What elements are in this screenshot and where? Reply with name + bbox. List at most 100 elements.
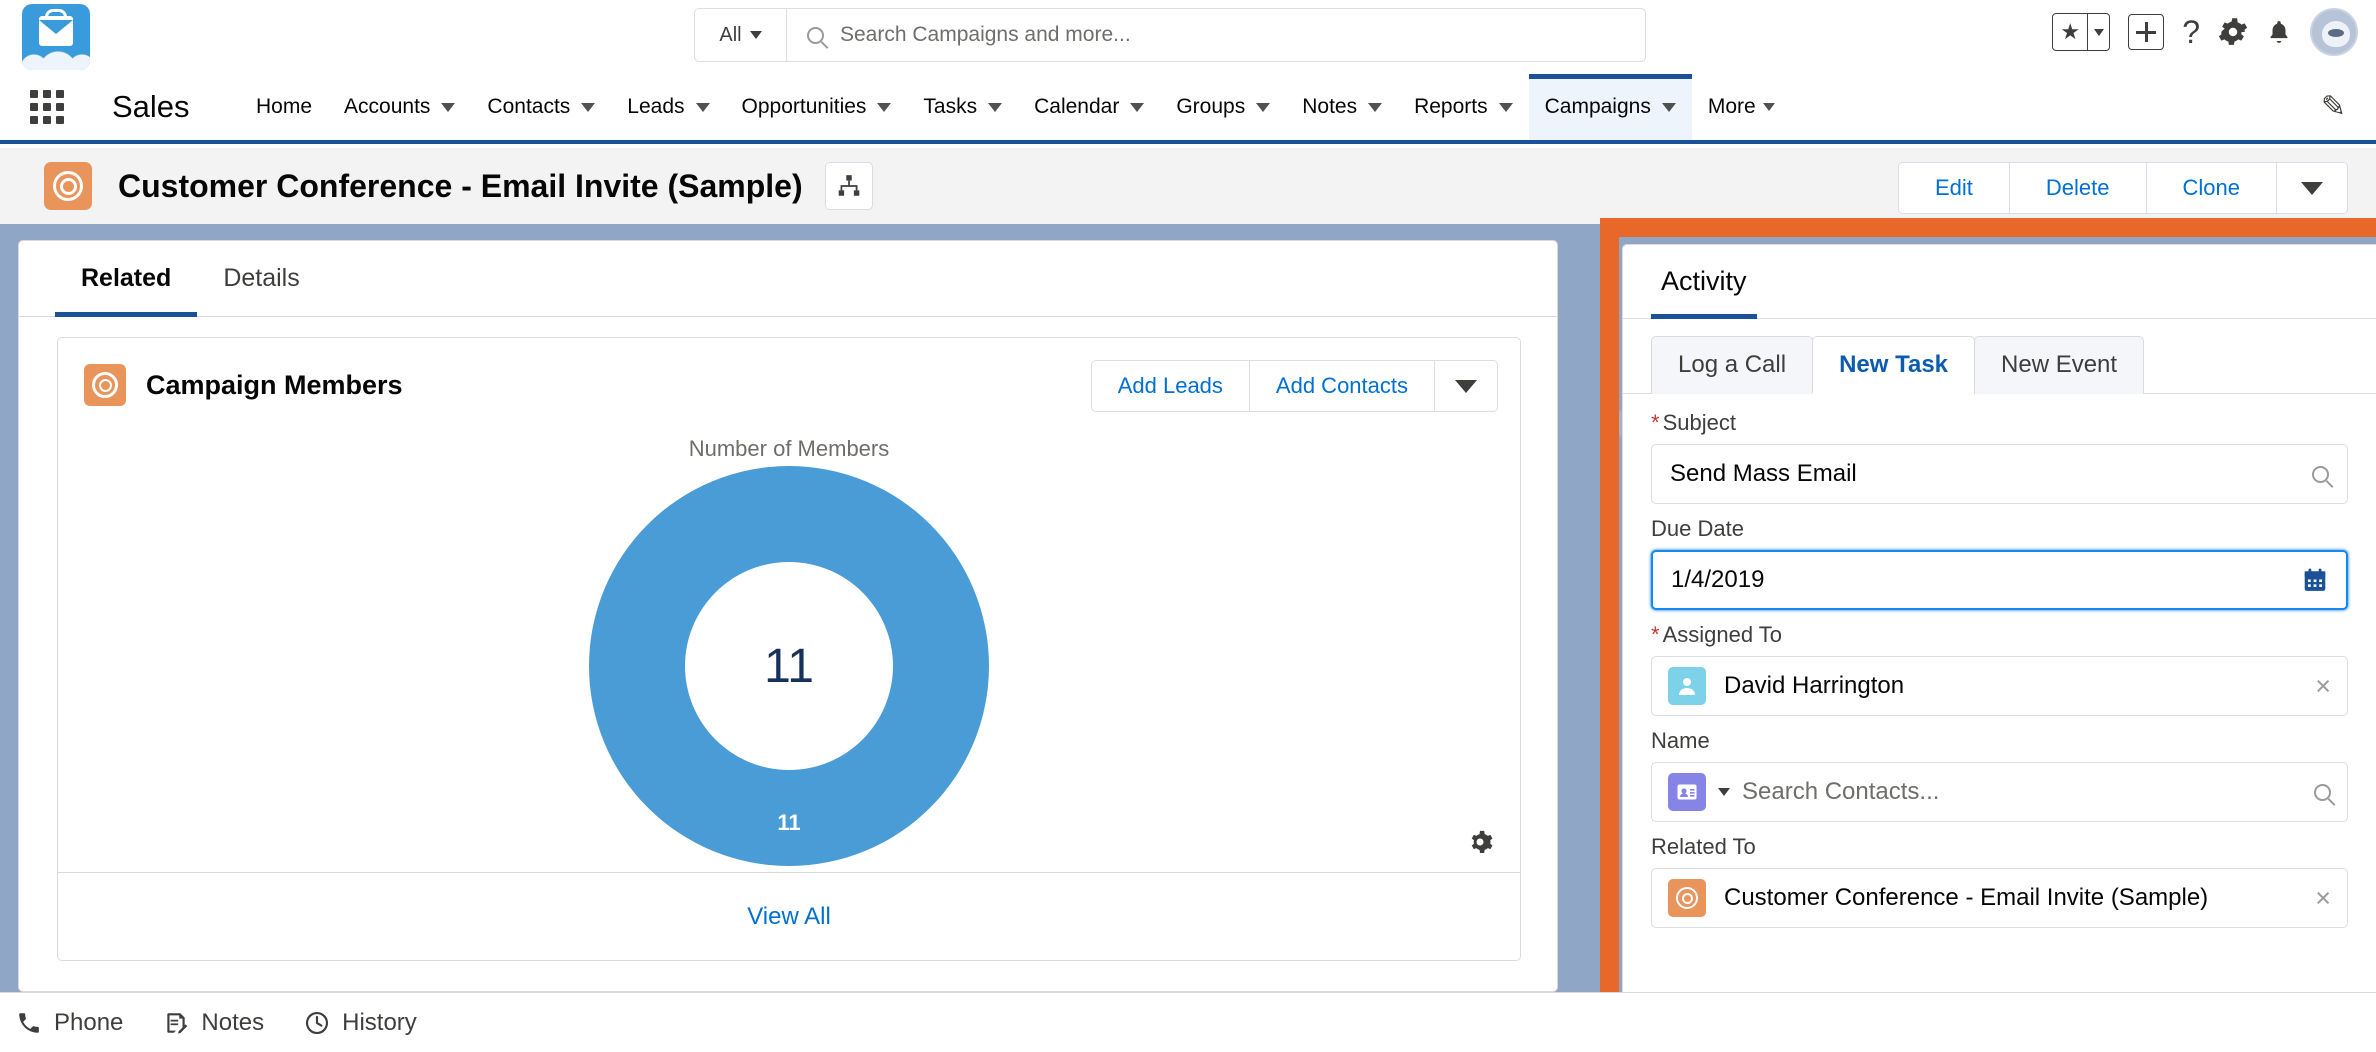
chevron-down-icon [988,102,1003,112]
nav-label: More [1707,95,1756,118]
nav-label: Home [256,95,313,118]
search-input[interactable]: Search Campaigns and more... [787,9,1645,61]
nav-label: Groups [1176,95,1246,118]
salesforce-cloud-logo[interactable] [22,4,90,70]
utility-item-notes[interactable]: Notes [163,1009,264,1037]
chevron-down-icon [1762,103,1775,111]
utility-item-phone[interactable]: Phone [16,1009,123,1037]
nav-item-accounts[interactable]: Accounts [328,74,471,140]
nav-item-calendar[interactable]: Calendar [1018,74,1160,140]
favorites-dropdown-icon[interactable] [2087,14,2109,50]
clone-button[interactable]: Clone [2146,163,2277,213]
notifications-bell-icon[interactable] [2266,17,2292,47]
nav-label: Opportunities [741,95,867,118]
campaign-members-more-dropdown[interactable] [1435,361,1497,411]
related-tab-card: Related Details Campaign Members Add Lea… [18,240,1558,992]
tab-label: Details [223,264,300,292]
utility-label: Phone [54,1008,124,1036]
help-question-icon[interactable]: ? [2182,16,2200,48]
nav-label: Leads [627,95,685,118]
nav-label: Campaigns [1544,95,1651,118]
app-name-label: Sales [112,89,190,124]
global-actions-plus-icon[interactable] [2128,14,2165,50]
chevron-down-icon [695,102,710,112]
more-actions-dropdown[interactable] [2277,163,2347,213]
add-contacts-button[interactable]: Add Contacts [1249,361,1435,411]
nav-item-leads[interactable]: Leads [611,74,725,140]
campaign-hierarchy-icon[interactable] [824,162,873,210]
tab-label: Related [81,264,172,292]
utility-item-history[interactable]: History [304,1009,417,1037]
favorites-button[interactable]: ★ [2052,13,2111,51]
donut-data-label: 11 [777,810,801,835]
add-leads-button[interactable]: Add Leads [1091,361,1250,411]
search-icon [807,26,824,44]
utility-bar: Phone Notes History [0,992,2376,1052]
chevron-down-icon [1368,102,1383,112]
nav-item-reports[interactable]: Reports [1398,74,1529,140]
donut-center-value: 11 [764,639,814,693]
members-donut-chart: Number of Members 11 11 [58,432,1520,872]
utility-label: History [342,1008,417,1036]
campaign-members-card: Campaign Members Add Leads Add Contacts … [57,337,1521,961]
donut-wrapper: 11 11 [589,466,989,866]
donut-segment-members[interactable]: 11 11 [589,466,989,866]
nav-label: Tasks [923,95,978,118]
nav-item-opportunities[interactable]: Opportunities [726,74,908,140]
nav-label: Accounts [344,95,431,118]
record-tabset: Related Details [19,241,1557,317]
chart-title: Number of Members [688,436,890,461]
user-avatar[interactable] [2310,8,2358,56]
campaign-members-header: Campaign Members Add Leads Add Contacts [58,338,1520,432]
edit-page-pencil-icon[interactable]: ✎ [2321,90,2346,125]
campaign-members-title: Campaign Members [146,369,403,400]
nav-label: Contacts [487,95,571,118]
search-scope-label: All [719,23,742,46]
chevron-down-icon [1130,102,1145,112]
global-header: All Search Campaigns and more... ★ ? [0,0,2376,74]
chevron-down-icon [441,102,456,112]
notes-icon [167,1012,188,1034]
search-scope-selector[interactable]: All [695,9,787,61]
nav-item-groups[interactable]: Groups [1160,74,1286,140]
nav-label: Reports [1414,95,1488,118]
tab-details[interactable]: Details [197,241,325,316]
nav-item-notes[interactable]: Notes [1286,74,1398,140]
activity-panel-highlight-border [1600,218,2376,1052]
salesforce-app: All Search Campaigns and more... ★ ? Sal… [0,0,2376,1052]
nav-item-list: Home Accounts Contacts Leads Opportuniti… [240,74,1791,140]
history-clock-icon [306,1011,329,1034]
delete-button[interactable]: Delete [2009,163,2147,213]
cloud-shape [22,48,90,70]
nav-item-tasks[interactable]: Tasks [907,74,1018,140]
chevron-down-icon [877,102,892,112]
record-header: Customer Conference - Email Invite (Samp… [0,148,2376,224]
page-title: Customer Conference - Email Invite (Samp… [118,167,803,204]
nav-item-campaigns[interactable]: Campaigns [1528,74,1693,140]
global-search[interactable]: All Search Campaigns and more... [694,8,1646,62]
hierarchy-glyph [838,175,859,196]
tab-related[interactable]: Related [55,241,198,317]
app-launcher-icon[interactable] [30,90,64,124]
search-placeholder: Search Campaigns and more... [840,23,1131,46]
favorites-star-icon: ★ [2060,19,2081,44]
utility-label: Notes [201,1008,265,1036]
view-all-row: View All [58,872,1520,960]
chevron-down-icon [749,31,762,39]
nav-item-contacts[interactable]: Contacts [471,74,611,140]
setup-gear-icon[interactable] [2218,17,2248,47]
donut-hole: 11 [685,562,893,770]
chevron-down-icon [1256,102,1271,112]
header-icon-group: ★ ? [2052,8,2358,56]
chart-settings-gear-icon[interactable] [1466,828,1494,856]
nav-item-more[interactable]: More [1692,74,1791,140]
chevron-down-icon [1661,102,1676,112]
edit-button[interactable]: Edit [1899,163,2010,213]
view-all-link[interactable]: View All [747,903,831,931]
campaign-target-icon [84,364,126,406]
chevron-down-icon [1455,379,1477,393]
campaign-target-icon [44,162,92,210]
chevron-down-icon [581,102,596,112]
nav-item-home[interactable]: Home [240,74,328,140]
app-navigation-bar: Sales Home Accounts Contacts Leads Oppor… [0,74,2376,144]
